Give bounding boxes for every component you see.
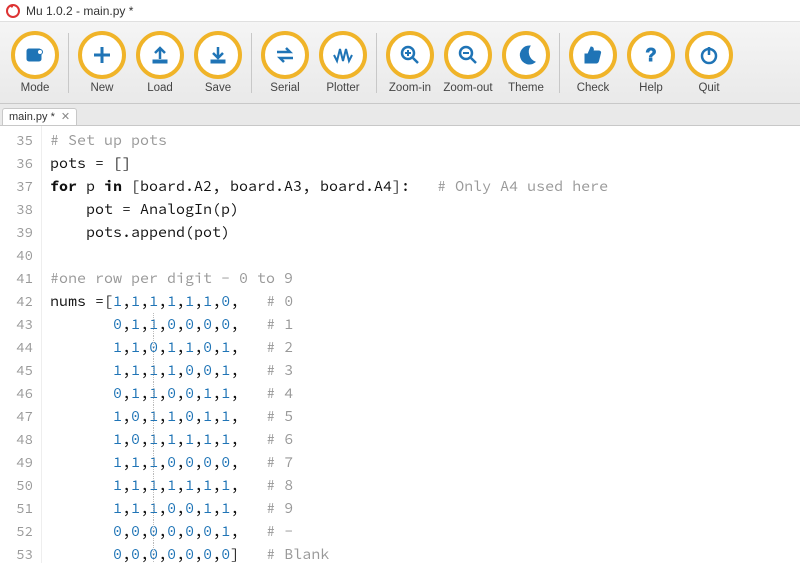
code-area[interactable]: # Set up potspots = []for p in [board.A2…	[42, 126, 800, 563]
plus-icon	[78, 31, 126, 79]
code-line[interactable]: 0,0,0,0,0,0,1, # -	[50, 520, 800, 543]
line-number: 49	[0, 451, 41, 474]
code-line[interactable]: 1,0,1,1,1,1,1, # 6	[50, 428, 800, 451]
new-label: New	[90, 82, 113, 94]
arrows-icon	[261, 31, 309, 79]
line-number: 37	[0, 175, 41, 198]
save-button[interactable]: Save	[189, 31, 247, 94]
quit-button[interactable]: Quit	[680, 31, 738, 94]
toolbar-separator	[68, 33, 69, 93]
theme-label: Theme	[508, 82, 544, 94]
quit-label: Quit	[698, 82, 719, 94]
line-number: 52	[0, 520, 41, 543]
line-number: 53	[0, 543, 41, 563]
zoom-in-icon	[386, 31, 434, 79]
code-line[interactable]: 1,1,1,1,1,1,1, # 8	[50, 474, 800, 497]
load-button[interactable]: Load	[131, 31, 189, 94]
code-line[interactable]: pots.append(pot)	[50, 221, 800, 244]
line-number: 35	[0, 129, 41, 152]
code-line[interactable]: for p in [board.A2, board.A3, board.A4]:…	[50, 175, 800, 198]
window-titlebar: Mu 1.0.2 - main.py *	[0, 0, 800, 22]
zoom-in-label: Zoom-in	[389, 82, 431, 94]
download-icon	[194, 31, 242, 79]
code-line[interactable]: 1,1,1,0,0,1,1, # 9	[50, 497, 800, 520]
toolbar-separator	[251, 33, 252, 93]
code-line[interactable]: 0,0,0,0,0,0,0] # Blank	[50, 543, 800, 563]
zoom-in-button[interactable]: Zoom-in	[381, 31, 439, 94]
help-button[interactable]: ? Help	[622, 31, 680, 94]
mode-button[interactable]: Mode	[6, 31, 64, 94]
wave-icon	[319, 31, 367, 79]
code-line[interactable]: # Set up pots	[50, 129, 800, 152]
code-line[interactable]: 0,1,1,0,0,1,1, # 4	[50, 382, 800, 405]
question-icon: ?	[627, 31, 675, 79]
moon-icon	[502, 31, 550, 79]
load-label: Load	[147, 82, 173, 94]
line-number: 40	[0, 244, 41, 267]
tab-main-py[interactable]: main.py * ✕	[2, 108, 77, 125]
line-number: 42	[0, 290, 41, 313]
code-line[interactable]: pots = []	[50, 152, 800, 175]
zoom-out-icon	[444, 31, 492, 79]
tab-bar: main.py * ✕	[0, 104, 800, 126]
line-number: 44	[0, 336, 41, 359]
serial-button[interactable]: Serial	[256, 31, 314, 94]
code-line[interactable]	[50, 244, 800, 267]
help-label: Help	[639, 82, 663, 94]
code-line[interactable]: nums =[1,1,1,1,1,1,0, # 0	[50, 290, 800, 313]
save-label: Save	[205, 82, 231, 94]
code-line[interactable]: 1,0,1,1,0,1,1, # 5	[50, 405, 800, 428]
thumb-up-icon	[569, 31, 617, 79]
line-number: 36	[0, 152, 41, 175]
check-button[interactable]: Check	[564, 31, 622, 94]
line-number: 47	[0, 405, 41, 428]
toolbar-separator	[376, 33, 377, 93]
plotter-button[interactable]: Plotter	[314, 31, 372, 94]
line-number-gutter: 35363738394041424344454647484950515253	[0, 126, 42, 563]
code-line[interactable]: 1,1,1,1,0,0,1, # 3	[50, 359, 800, 382]
serial-label: Serial	[270, 82, 299, 94]
code-line[interactable]: pot = AnalogIn(p)	[50, 198, 800, 221]
code-line[interactable]: 0,1,1,0,0,0,0, # 1	[50, 313, 800, 336]
line-number: 41	[0, 267, 41, 290]
code-line[interactable]: 1,1,1,0,0,0,0, # 7	[50, 451, 800, 474]
upload-icon	[136, 31, 184, 79]
line-number: 50	[0, 474, 41, 497]
app-icon	[6, 4, 20, 18]
line-number: 48	[0, 428, 41, 451]
svg-text:?: ?	[646, 45, 657, 65]
line-number: 51	[0, 497, 41, 520]
close-icon[interactable]: ✕	[61, 112, 70, 123]
line-number: 46	[0, 382, 41, 405]
line-number: 45	[0, 359, 41, 382]
power-icon	[685, 31, 733, 79]
code-line[interactable]: 1,1,0,1,1,0,1, # 2	[50, 336, 800, 359]
plotter-label: Plotter	[326, 82, 359, 94]
zoom-out-button[interactable]: Zoom-out	[439, 31, 497, 94]
tab-label: main.py *	[9, 111, 55, 123]
zoom-out-label: Zoom-out	[443, 82, 492, 94]
code-line[interactable]: #one row per digit - 0 to 9	[50, 267, 800, 290]
line-number: 39	[0, 221, 41, 244]
window-title: Mu 1.0.2 - main.py *	[26, 4, 133, 18]
line-number: 38	[0, 198, 41, 221]
new-button[interactable]: New	[73, 31, 131, 94]
toolbar: Mode New Load Save Serial Plotter	[0, 22, 800, 104]
code-editor[interactable]: 35363738394041424344454647484950515253 #…	[0, 126, 800, 563]
mode-icon	[11, 31, 59, 79]
check-label: Check	[577, 82, 610, 94]
mode-label: Mode	[21, 82, 50, 94]
theme-button[interactable]: Theme	[497, 31, 555, 94]
line-number: 43	[0, 313, 41, 336]
toolbar-separator	[559, 33, 560, 93]
